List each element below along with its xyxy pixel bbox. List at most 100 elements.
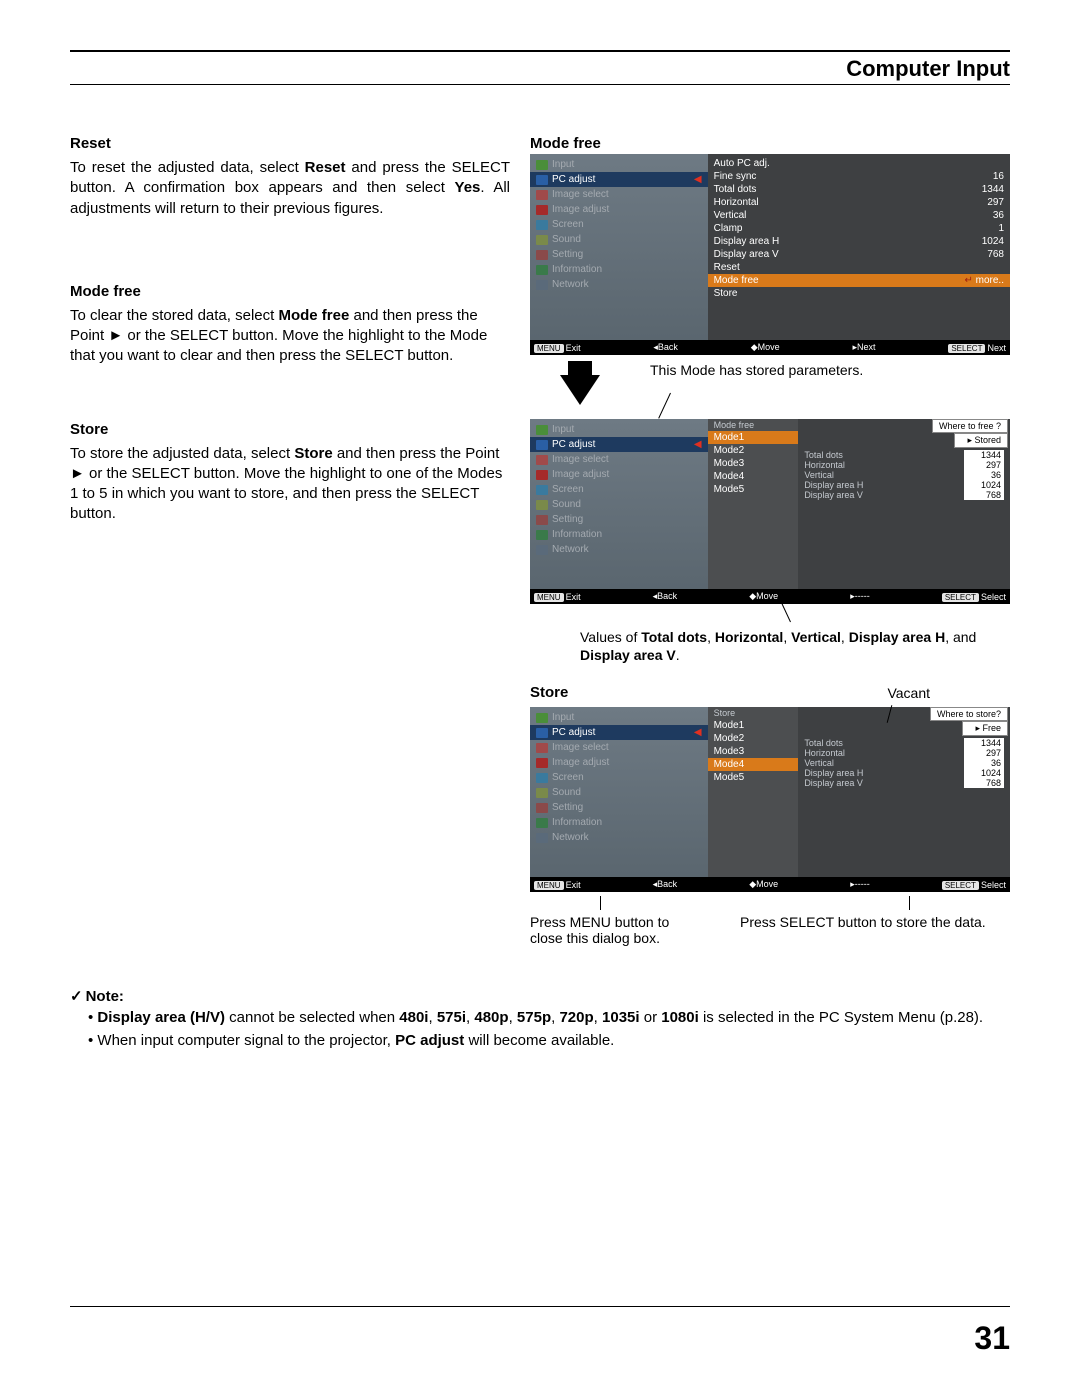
- sidebar-item: Screen: [530, 217, 708, 232]
- text: 480i: [399, 1009, 428, 1026]
- text: 1035i: [602, 1009, 640, 1026]
- menu-row: Horizontal297: [708, 196, 1010, 209]
- menu-row: Clamp1: [708, 222, 1010, 235]
- pointer-line: [782, 604, 791, 623]
- menu-screenshot-3: InputPC adjust◀Image selectImage adjustS…: [530, 707, 1010, 892]
- modefree-screenshot-label: Mode free: [530, 135, 1010, 152]
- sidebar-label: Setting: [552, 514, 583, 525]
- mode-row: Mode1: [708, 431, 799, 444]
- mode-row: Mode4: [708, 758, 799, 771]
- sidebar-item: Network: [530, 277, 708, 292]
- menu3-status: ▸ Free: [962, 721, 1008, 736]
- menu1-sidebar: InputPC adjust◀Image selectImage adjustS…: [530, 154, 708, 340]
- data-row: Display area H1024: [798, 480, 1010, 490]
- menu3-sidebar: InputPC adjust◀Image selectImage adjustS…: [530, 707, 708, 877]
- menu-icon: [536, 788, 548, 798]
- text: , and: [945, 629, 976, 645]
- menu3-header-left: Store: [708, 707, 799, 719]
- sidebar-item: Input: [530, 157, 708, 172]
- text: 575i: [437, 1009, 466, 1026]
- menu-icon: [536, 250, 548, 260]
- menu-icon: [536, 455, 548, 465]
- menu-icon: [536, 500, 548, 510]
- sidebar-label: Image select: [552, 454, 609, 465]
- menu-icon: [536, 160, 548, 170]
- menu-icon: [536, 220, 548, 230]
- text: will become available.: [464, 1032, 614, 1049]
- menu-icon: [536, 803, 548, 813]
- menu-icon: [536, 743, 548, 753]
- text: ,: [594, 1009, 602, 1026]
- menu-icon: [536, 758, 548, 768]
- store-screenshot-label: Store: [530, 684, 568, 701]
- sidebar-label: Sound: [552, 234, 581, 245]
- sidebar-item: Network: [530, 830, 708, 845]
- menu-row: Display area V768: [708, 248, 1010, 261]
- arrow-annotation-row: This Mode has stored parameters.: [530, 361, 1010, 405]
- sidebar-item: Setting: [530, 800, 708, 815]
- store-paragraph: To store the adjusted data, select Store…: [70, 444, 510, 525]
- menu-icon: [536, 235, 548, 245]
- menu2-sidebar: InputPC adjust◀ Image select Image adjust S…: [530, 419, 708, 589]
- menu2-footer: MENUExit◂Back◆Move▸-----SELECTSelect: [530, 589, 1010, 604]
- sidebar-item: Screen: [530, 482, 708, 497]
- sidebar-item: Input: [530, 422, 708, 437]
- note-item-1: Display area (H/V) cannot be selected wh…: [88, 1007, 1010, 1028]
- down-arrow-icon: [530, 361, 600, 405]
- mode-row: Mode2: [708, 444, 799, 457]
- caret-icon: ◀: [694, 174, 702, 185]
- menu-icon: [536, 530, 548, 540]
- sidebar-item: PC adjust◀: [530, 725, 708, 740]
- menu-icon: [536, 425, 548, 435]
- data-row: Horizontal297: [798, 748, 1010, 758]
- sidebar-item: Image adjust: [530, 467, 708, 482]
- sidebar-label: Sound: [552, 499, 581, 510]
- note-item-2: When input computer signal to the projec…: [88, 1030, 1010, 1051]
- header-rule: [70, 84, 1010, 85]
- data-row: Display area H1024: [798, 768, 1010, 778]
- sidebar-item: Image select: [530, 740, 708, 755]
- pointer-line: [658, 393, 671, 419]
- mode-row: Mode3: [708, 745, 799, 758]
- sidebar-label: Network: [552, 832, 589, 843]
- menu-icon: [536, 265, 548, 275]
- sidebar-item: Information: [530, 527, 708, 542]
- bottom-rule: [70, 1306, 1010, 1307]
- sidebar-label: Setting: [552, 802, 583, 813]
- sidebar-label: Input: [552, 159, 574, 170]
- data-row: Vertical36: [798, 758, 1010, 768]
- text: Horizontal: [715, 629, 783, 645]
- sidebar-item: PC adjust◀: [530, 437, 708, 452]
- mode-row: Mode5: [708, 483, 799, 496]
- menu-row: Auto PC adj.: [708, 157, 1010, 170]
- mode-row: Mode2: [708, 732, 799, 745]
- vacant-label: Vacant: [887, 684, 1010, 707]
- sidebar-label: Setting: [552, 249, 583, 260]
- text: .: [676, 647, 680, 663]
- text: To store the adjusted data, select: [70, 445, 294, 462]
- sidebar-label: Image adjust: [552, 204, 609, 215]
- sidebar-label: Information: [552, 529, 602, 540]
- text: Yes: [455, 179, 481, 196]
- text: 1080i: [661, 1009, 699, 1026]
- text: Mode free: [278, 307, 349, 324]
- menu-row: Vertical36: [708, 209, 1010, 222]
- data-row: Vertical36: [798, 470, 1010, 480]
- menu-screenshot-1: InputPC adjust◀Image selectImage adjustS…: [530, 154, 1010, 355]
- note-block: Note: Display area (H/V) cannot be selec…: [70, 986, 1010, 1051]
- text: ,: [509, 1009, 517, 1026]
- sidebar-label: Image select: [552, 742, 609, 753]
- text: Total dots: [641, 629, 707, 645]
- menu2-header-left: Mode free: [708, 419, 799, 431]
- sidebar-item: Sound: [530, 785, 708, 800]
- sidebar-label: Image adjust: [552, 469, 609, 480]
- menu-row-highlight: Mode free↵ more..: [708, 274, 1010, 287]
- menu-icon: [536, 728, 548, 738]
- mode-row: Mode4: [708, 470, 799, 483]
- sidebar-item: Image select: [530, 452, 708, 467]
- text: Reset: [305, 159, 346, 176]
- data-row: Total dots1344: [798, 450, 1010, 460]
- menu-row: Reset: [708, 261, 1010, 274]
- modefree-title: Mode free: [70, 283, 510, 300]
- pointer-line: [600, 896, 601, 910]
